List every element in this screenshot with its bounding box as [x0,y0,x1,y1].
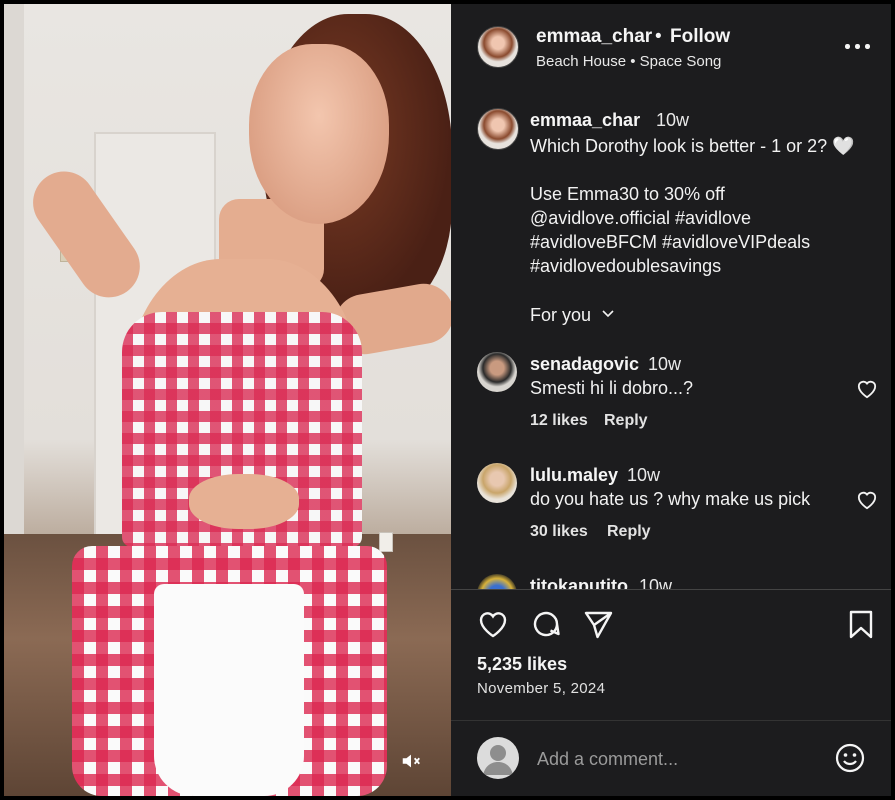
comment-likes[interactable]: 12 likes [530,412,588,430]
add-comment-input[interactable] [535,742,829,776]
mute-icon[interactable] [400,750,422,772]
comment-avatar[interactable] [477,463,517,503]
heart-icon[interactable] [477,608,509,640]
divider [451,720,891,721]
divider [451,589,891,590]
reply-button[interactable]: Reply [604,412,648,430]
separator-dot: • [655,26,662,47]
heart-icon[interactable] [856,379,878,399]
more-options-icon[interactable] [843,34,873,58]
for-you-label[interactable]: For you [530,305,591,326]
comment-icon[interactable] [530,608,562,640]
comment-text: do you hate us ? why make us pick [530,489,811,509]
comment-username[interactable]: senadagovic [530,354,639,375]
comment-text: Smesti hi li dobro...? [530,378,694,398]
follow-button[interactable]: Follow [670,26,730,48]
emoji-icon[interactable] [834,742,866,774]
caption-text: Which Dorothy look is better - 1 or 2? 🤍… [530,136,855,276]
user-silhouette-icon [483,745,513,775]
post-date: November 5, 2024 [477,680,606,697]
comment-clip: titokaputito 10w [451,569,891,589]
comment-timestamp: 10w [639,576,673,589]
midriff [189,474,299,529]
wall-outlet [379,532,393,552]
likes-count[interactable]: 5,235 likes [477,654,567,675]
caption-avatar[interactable] [477,108,519,150]
face [249,44,389,224]
avatar[interactable] [477,26,519,68]
bookmark-icon[interactable] [845,608,877,640]
heart-icon[interactable] [856,490,878,510]
comment-avatar[interactable] [477,574,517,589]
comment-likes[interactable]: 30 likes [530,523,588,541]
details-pane: emmaa_char • Follow Beach House • Space … [451,4,891,796]
comment-timestamp: 10w [627,465,661,485]
audio-subtitle[interactable]: Beach House • Space Song [536,53,721,70]
chevron-down-icon[interactable] [601,307,615,321]
comment-username[interactable]: lulu.maley [530,465,618,486]
comment-timestamp: 10w [648,354,682,374]
comment-avatar[interactable] [477,352,517,392]
user-avatar [477,737,519,779]
post-video[interactable] [4,4,451,796]
share-icon[interactable] [582,608,614,640]
white-apron [154,584,304,796]
caption-timestamp: 10w [656,110,690,130]
post-window: emmaa_char • Follow Beach House • Space … [4,4,891,796]
reply-button[interactable]: Reply [607,523,651,541]
author-name[interactable]: emmaa_char [536,26,652,48]
comment-username[interactable]: titokaputito [530,576,628,589]
caption-username[interactable]: emmaa_char [530,110,640,131]
